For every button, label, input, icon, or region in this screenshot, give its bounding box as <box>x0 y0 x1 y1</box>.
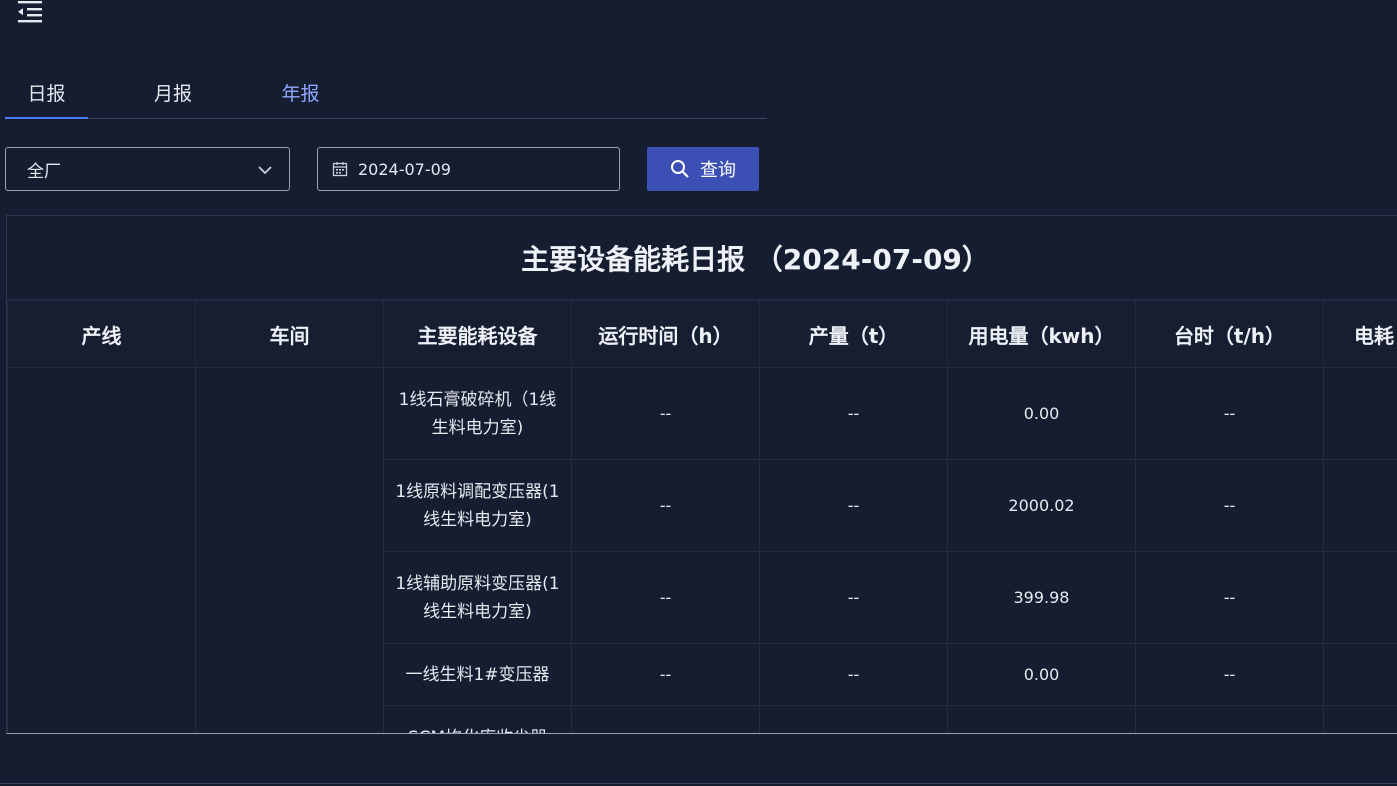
consumption-cell <box>1323 643 1397 706</box>
column-header-runtime: 运行时间（h） <box>571 300 760 368</box>
rate-cell <box>1135 705 1324 733</box>
runtime-cell: -- <box>571 643 760 706</box>
runtime-cell <box>571 705 760 733</box>
device-cell: 1线原料调配变压器(1线生料电力室) <box>383 459 572 552</box>
power-cell <box>947 705 1136 733</box>
line-cell <box>7 367 196 733</box>
column-header-power: 用电量（kwh） <box>947 300 1136 368</box>
rate-cell: -- <box>1135 367 1324 460</box>
tab-yearly[interactable]: 年报 <box>258 66 343 118</box>
device-cell: 一线生料1#变压器 <box>383 643 572 706</box>
tab-daily[interactable]: 日报 <box>5 66 88 119</box>
power-cell: 0.00 <box>947 367 1136 460</box>
column-header-line: 产线 <box>7 300 196 368</box>
query-button[interactable]: 查询 <box>647 147 759 191</box>
workshop-cell <box>195 367 384 733</box>
column-header-output: 产量（t） <box>759 300 948 368</box>
runtime-cell: -- <box>571 459 760 552</box>
chevron-down-icon <box>257 162 273 182</box>
output-cell: -- <box>759 643 948 706</box>
consumption-cell <box>1323 459 1397 552</box>
column-header-rate: 台时（t/h） <box>1135 300 1324 368</box>
scope-select-value: 全厂 <box>27 161 61 182</box>
menu-fold-icon[interactable] <box>16 0 44 24</box>
report-panel: 主要设备能耗日报 （2024-07-09） 产线 车间 主要能耗设备 运行时间（… <box>6 215 1397 734</box>
date-picker[interactable]: 2024-07-09 <box>317 147 620 191</box>
report-table: 产线 车间 主要能耗设备 运行时间（h） 产量（t） 用电量（kwh） 台时（t… <box>7 300 1397 733</box>
consumption-cell <box>1323 367 1397 460</box>
column-header-workshop: 车间 <box>195 300 384 368</box>
device-cell: SCM均化库收尘器 <box>383 705 572 733</box>
rate-cell: -- <box>1135 459 1324 552</box>
power-cell: 2000.02 <box>947 459 1136 552</box>
power-cell: 0.00 <box>947 643 1136 706</box>
date-value: 2024-07-09 <box>358 159 451 179</box>
table-row: 1线石膏破碎机（1线生料电力室) -- -- 0.00 -- <box>7 367 1397 733</box>
output-cell: -- <box>759 459 948 552</box>
consumption-cell <box>1323 705 1397 733</box>
output-cell: -- <box>759 367 948 460</box>
scope-select[interactable]: 全厂 <box>5 147 290 191</box>
device-cell: 1线石膏破碎机（1线生料电力室) <box>383 367 572 460</box>
power-cell: 399.98 <box>947 551 1136 644</box>
query-button-label: 查询 <box>700 160 736 181</box>
output-cell <box>759 705 948 733</box>
device-cell: 1线辅助原料变压器(1线生料电力室) <box>383 551 572 644</box>
runtime-cell: -- <box>571 551 760 644</box>
tab-monthly[interactable]: 月报 <box>88 66 258 118</box>
consumption-cell <box>1323 551 1397 644</box>
rate-cell: -- <box>1135 643 1324 706</box>
search-icon <box>670 159 690 179</box>
table-header-row: 产线 车间 主要能耗设备 运行时间（h） 产量（t） 用电量（kwh） 台时（t… <box>7 300 1397 368</box>
page-divider <box>0 783 1397 784</box>
column-header-device: 主要能耗设备 <box>383 300 572 368</box>
output-cell: -- <box>759 551 948 644</box>
runtime-cell: -- <box>571 367 760 460</box>
report-title: 主要设备能耗日报 （2024-07-09） <box>7 216 1397 300</box>
rate-cell: -- <box>1135 551 1324 644</box>
calendar-icon <box>332 161 348 177</box>
column-header-consumption: 电耗 <box>1323 300 1397 368</box>
report-tabs: 日报 月报 年报 <box>5 66 767 119</box>
